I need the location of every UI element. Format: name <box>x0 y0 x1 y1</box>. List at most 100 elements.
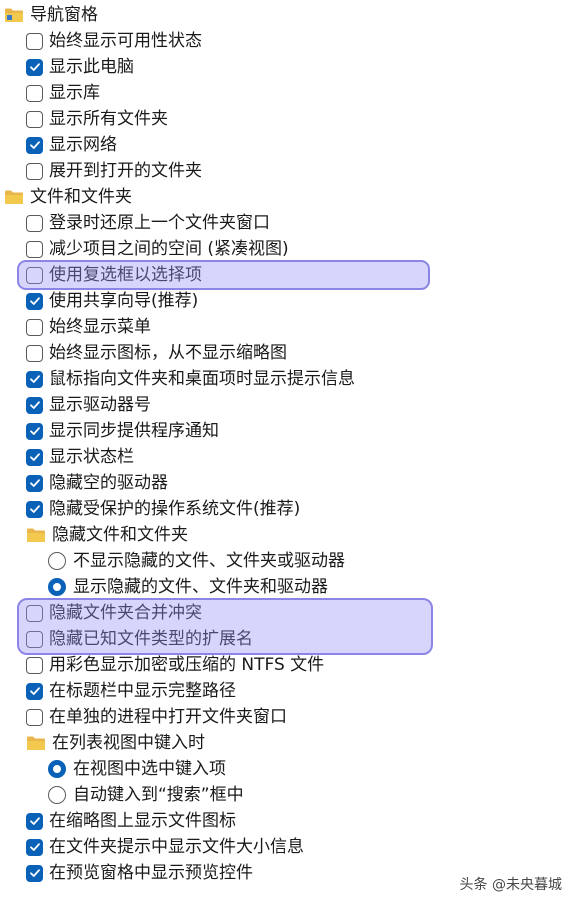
option-label: 在预览窗格中显示预览控件 <box>49 863 253 883</box>
checkbox-option[interactable]: 显示此电脑 <box>0 54 576 80</box>
option-label: 在缩略图上显示文件图标 <box>49 811 236 831</box>
radio-option[interactable]: 自动键入到“搜索”框中 <box>0 782 576 808</box>
checkbox-unchecked[interactable] <box>26 162 43 180</box>
option-label: 显示驱动器号 <box>49 395 151 415</box>
checkbox-unchecked[interactable] <box>26 240 43 258</box>
option-label: 隐藏受保护的操作系统文件(推荐) <box>49 499 301 519</box>
group-header: 导航窗格 <box>0 2 576 28</box>
group-label: 文件和文件夹 <box>30 187 132 207</box>
checkbox-option[interactable]: 隐藏空的驱动器 <box>0 470 576 496</box>
option-label: 在视图中选中键入项 <box>73 759 226 779</box>
option-label: 隐藏已知文件类型的扩展名 <box>49 629 253 649</box>
group-label: 导航窗格 <box>30 5 98 25</box>
checkbox-unchecked[interactable] <box>26 266 43 284</box>
checkbox-option[interactable]: 显示状态栏 <box>0 444 576 470</box>
option-label: 隐藏空的驱动器 <box>49 473 168 493</box>
checkmark-icon <box>29 687 40 695</box>
checkbox-checked[interactable] <box>26 422 43 440</box>
checkbox-option[interactable]: 始终显示图标，从不显示缩略图 <box>0 340 576 366</box>
checkmark-icon <box>29 505 40 513</box>
group-header: 在列表视图中键入时 <box>0 730 576 756</box>
option-label: 用彩色显示加密或压缩的 NTFS 文件 <box>49 655 325 675</box>
checkbox-unchecked[interactable] <box>26 32 43 50</box>
checkbox-unchecked[interactable] <box>26 344 43 362</box>
checkmark-icon <box>29 453 40 461</box>
checkbox-checked[interactable] <box>26 500 43 518</box>
option-label: 在单独的进程中打开文件夹窗口 <box>49 707 287 727</box>
radio-selected[interactable] <box>48 578 66 596</box>
checkbox-checked[interactable] <box>26 136 43 154</box>
checkmark-icon <box>29 63 40 71</box>
checkmark-icon <box>29 401 40 409</box>
checkbox-option[interactable]: 在文件夹提示中显示文件大小信息 <box>0 834 576 860</box>
checkbox-checked[interactable] <box>26 396 43 414</box>
navigation-pane-icon <box>4 7 24 23</box>
checkbox-option[interactable]: 显示同步提供程序通知 <box>0 418 576 444</box>
radio-option[interactable]: 不显示隐藏的文件、文件夹或驱动器 <box>0 548 576 574</box>
option-label: 显示状态栏 <box>49 447 134 467</box>
checkmark-icon <box>29 141 40 149</box>
checkmark-icon <box>29 427 40 435</box>
checkmark-icon <box>29 843 40 851</box>
checkbox-option[interactable]: 展开到打开的文件夹 <box>0 158 576 184</box>
option-label: 使用复选框以选择项 <box>49 265 202 285</box>
radio-unselected[interactable] <box>48 552 66 570</box>
checkbox-option[interactable]: 在单独的进程中打开文件夹窗口 <box>0 704 576 730</box>
radio-option[interactable]: 显示隐藏的文件、文件夹和驱动器 <box>0 574 576 600</box>
checkbox-checked[interactable] <box>26 864 43 882</box>
checkbox-option[interactable]: 用彩色显示加密或压缩的 NTFS 文件 <box>0 652 576 678</box>
option-label: 显示库 <box>49 83 100 103</box>
checkbox-option[interactable]: 在缩略图上显示文件图标 <box>0 808 576 834</box>
option-label: 显示同步提供程序通知 <box>49 421 219 441</box>
checkbox-checked[interactable] <box>26 812 43 830</box>
checkbox-checked[interactable] <box>26 292 43 310</box>
watermark: 头条 @未央暮城 <box>459 877 562 893</box>
option-label: 减少项目之间的空间 (紧凑视图) <box>49 239 289 259</box>
checkbox-option[interactable]: 在标题栏中显示完整路径 <box>0 678 576 704</box>
checkbox-option[interactable]: 始终显示菜单 <box>0 314 576 340</box>
checkbox-option[interactable]: 始终显示可用性状态 <box>0 28 576 54</box>
checkmark-icon <box>29 297 40 305</box>
checkbox-checked[interactable] <box>26 838 43 856</box>
radio-unselected[interactable] <box>48 786 66 804</box>
checkbox-option[interactable]: 显示网络 <box>0 132 576 158</box>
checkbox-option[interactable]: 鼠标指向文件夹和桌面项时显示提示信息 <box>0 366 576 392</box>
option-label: 始终显示可用性状态 <box>49 31 202 51</box>
checkmark-icon <box>29 869 40 877</box>
checkbox-checked[interactable] <box>26 370 43 388</box>
checkbox-option[interactable]: 隐藏已知文件类型的扩展名 <box>0 626 576 652</box>
checkbox-option[interactable]: 显示所有文件夹 <box>0 106 576 132</box>
checkbox-option[interactable]: 使用共享向导(推荐) <box>0 288 576 314</box>
checkbox-unchecked[interactable] <box>26 604 43 622</box>
checkbox-unchecked[interactable] <box>26 318 43 336</box>
folder-icon <box>26 735 46 751</box>
checkbox-option[interactable]: 隐藏文件夹合并冲突 <box>0 600 576 626</box>
option-label: 展开到打开的文件夹 <box>49 161 202 181</box>
checkbox-checked[interactable] <box>26 448 43 466</box>
checkbox-unchecked[interactable] <box>26 84 43 102</box>
checkbox-option[interactable]: 显示驱动器号 <box>0 392 576 418</box>
checkbox-unchecked[interactable] <box>26 110 43 128</box>
group-label: 在列表视图中键入时 <box>52 733 205 753</box>
radio-selected[interactable] <box>48 760 66 778</box>
option-label: 始终显示菜单 <box>49 317 151 337</box>
option-label: 显示所有文件夹 <box>49 109 168 129</box>
checkbox-unchecked[interactable] <box>26 708 43 726</box>
checkmark-icon <box>29 375 40 383</box>
checkbox-checked[interactable] <box>26 682 43 700</box>
checkbox-unchecked[interactable] <box>26 630 43 648</box>
checkbox-unchecked[interactable] <box>26 656 43 674</box>
checkbox-checked[interactable] <box>26 58 43 76</box>
checkbox-option[interactable]: 使用复选框以选择项 <box>0 262 576 288</box>
checkmark-icon <box>29 817 40 825</box>
checkbox-option[interactable]: 隐藏受保护的操作系统文件(推荐) <box>0 496 576 522</box>
checkbox-option[interactable]: 减少项目之间的空间 (紧凑视图) <box>0 236 576 262</box>
group-header: 文件和文件夹 <box>0 184 576 210</box>
checkbox-unchecked[interactable] <box>26 214 43 232</box>
option-label: 显示此电脑 <box>49 57 134 77</box>
option-label: 鼠标指向文件夹和桌面项时显示提示信息 <box>49 369 355 389</box>
radio-option[interactable]: 在视图中选中键入项 <box>0 756 576 782</box>
checkbox-option[interactable]: 显示库 <box>0 80 576 106</box>
checkbox-option[interactable]: 登录时还原上一个文件夹窗口 <box>0 210 576 236</box>
checkbox-checked[interactable] <box>26 474 43 492</box>
